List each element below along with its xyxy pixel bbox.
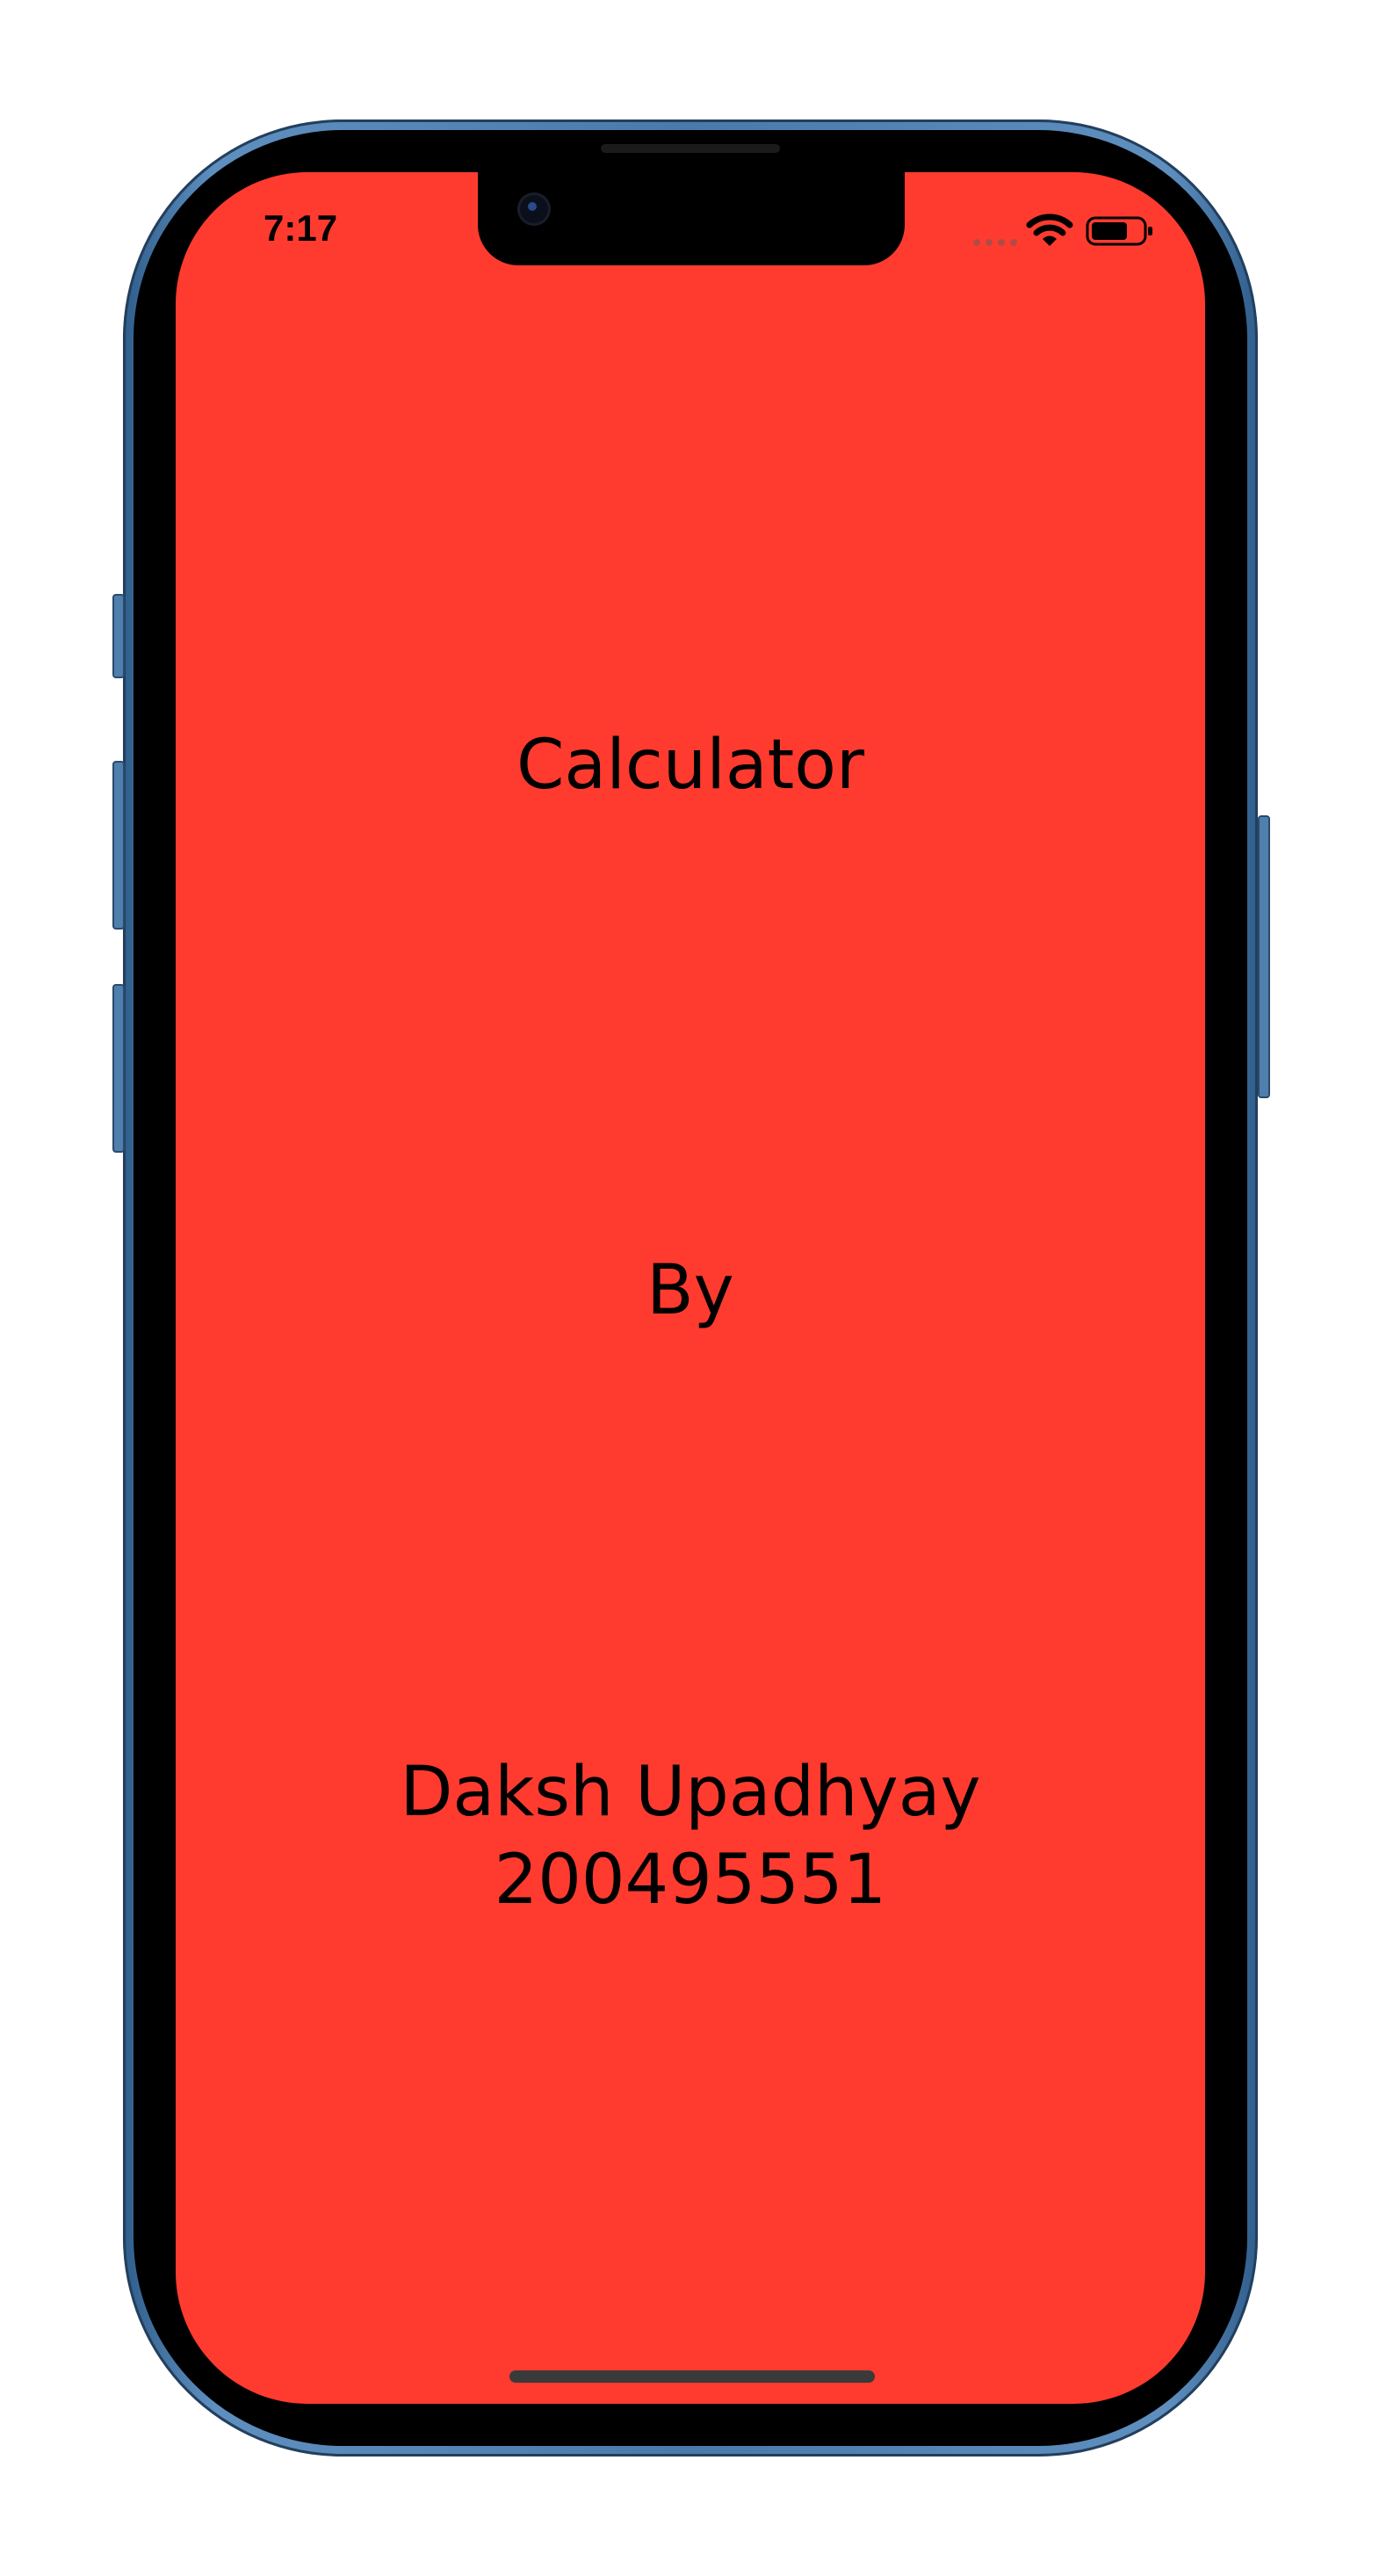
battery-icon — [1086, 216, 1152, 246]
camera-icon — [520, 195, 548, 223]
home-indicator[interactable] — [509, 2370, 875, 2383]
wifi-icon — [1026, 213, 1073, 246]
cellular-signal-icon — [973, 239, 1017, 246]
app-heading: Calculator — [516, 726, 865, 805]
author-id: 200495551 — [494, 1841, 887, 1920]
volume-down-button — [112, 984, 125, 1153]
silent-switch — [112, 594, 125, 678]
power-button — [1258, 815, 1270, 1098]
volume-up-button — [112, 761, 125, 930]
by-label: By — [646, 1251, 734, 1330]
author-name: Daksh Upadhyay — [400, 1753, 981, 1832]
earpiece-speaker — [601, 144, 780, 153]
author-block: Daksh Upadhyay 200495551 — [176, 1748, 1205, 1924]
status-time: 7:17 — [264, 207, 338, 249]
